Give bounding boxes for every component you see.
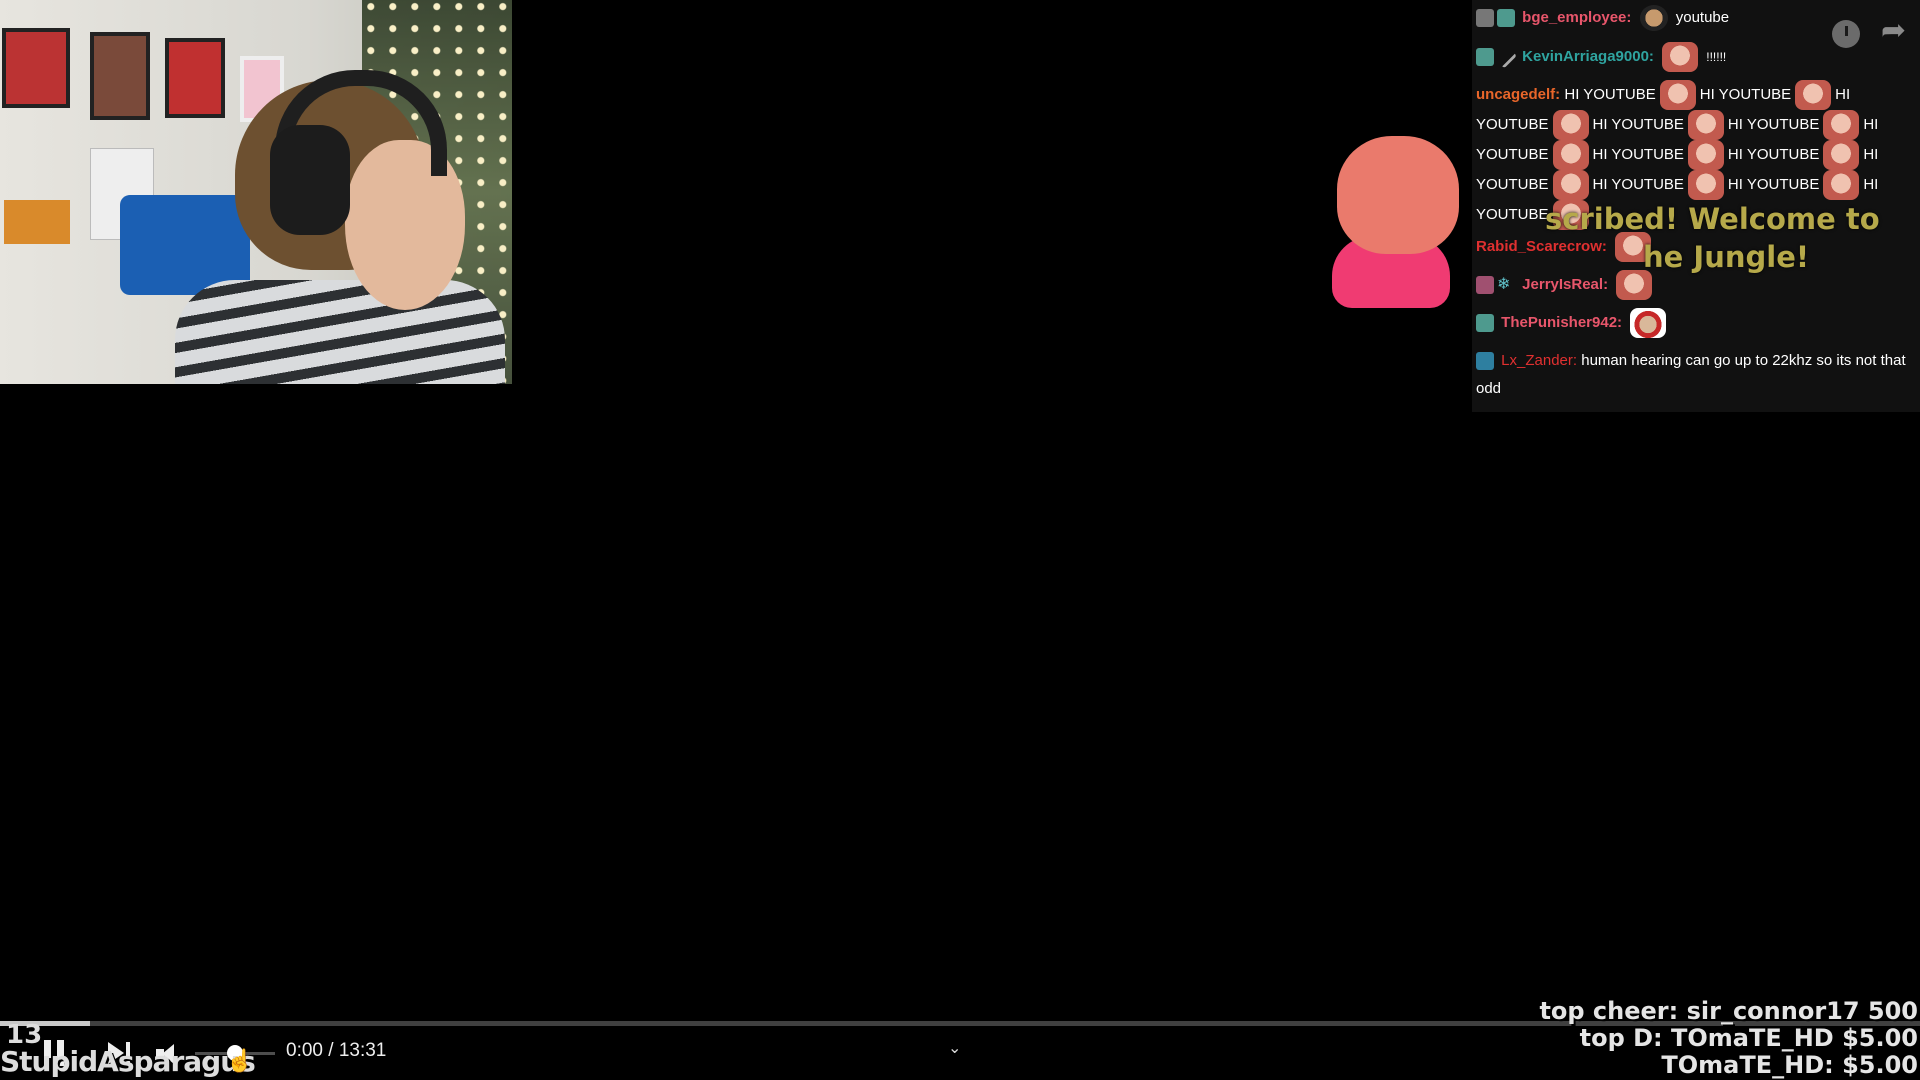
top-donation: top D: TOmaTE_HD $5.00: [1579, 1024, 1918, 1052]
chat-text: YOUTUBE: [1476, 205, 1549, 223]
emote-icon: [1639, 5, 1668, 32]
wall-frame: [2, 28, 70, 108]
emote-icon: [1687, 110, 1724, 140]
chat-text: HI YOUTUBE: [1727, 145, 1820, 163]
chat-username[interactable]: ThePunisher942:: [1501, 314, 1622, 331]
badge-icon: [1476, 48, 1494, 66]
chevron-down-icon[interactable]: ⌄: [948, 1038, 968, 1058]
donation-overlay: top cheer: sir_connor17 500 top D: TOmaT…: [1539, 998, 1918, 1079]
chat-username[interactable]: bge_employee:: [1522, 9, 1631, 26]
chat-text: YOUTUBE: [1476, 145, 1549, 163]
chat-message: bge_employee: youtube: [1476, 4, 1880, 32]
badge-icon: [1476, 314, 1494, 332]
top-cheer: top cheer: sir_connor17 500: [1539, 997, 1918, 1025]
alert-line: scribed! Welcome to: [1545, 202, 1880, 236]
emote-icon: [1552, 140, 1589, 170]
latest-donation: TOmaTE_HD: $5.00: [1661, 1051, 1918, 1079]
chat-text: HI: [1863, 145, 1879, 163]
webcam-video: [0, 0, 512, 384]
chat-text: HI YOUTUBE: [1564, 85, 1656, 103]
chat-text: HI: [1863, 115, 1879, 133]
badge-icon: [1476, 276, 1494, 294]
time-display: 0:00 / 13:31: [286, 1040, 387, 1061]
chat-text: HI YOUTUBE: [1592, 175, 1684, 193]
emote-icon: [1687, 140, 1724, 170]
emote-icon: [1552, 110, 1589, 140]
chat-message: ThePunisher942:: [1476, 308, 1880, 338]
chat-text: HI YOUTUBE: [1592, 115, 1684, 133]
overlay-username: StupidAsparagus: [0, 1045, 256, 1078]
chat-message: KevinArriaga9000: !!!!!!: [1476, 42, 1880, 72]
streamer-shirt: [175, 280, 505, 384]
emote-icon: [1552, 170, 1589, 200]
emote-icon: [1823, 140, 1860, 170]
crown-badge-icon: [1476, 352, 1494, 371]
emote-icon: [1795, 80, 1832, 110]
share-icon[interactable]: ➦: [1881, 16, 1906, 46]
sword-icon: [1495, 46, 1517, 68]
chat-text: HI YOUTUBE: [1592, 145, 1684, 163]
chat-username[interactable]: KevinArriaga9000:: [1522, 48, 1654, 65]
chat-username[interactable]: Lx_Zander:: [1501, 352, 1577, 369]
mascot-emote: [1332, 136, 1462, 308]
chat-message: Lx_Zander: human hearing can go up to 22…: [1476, 347, 1906, 403]
emote-icon: [1659, 80, 1696, 110]
subscription-alert: scribed! Welcome to he Jungle!: [1545, 200, 1915, 276]
webcam-board: [4, 200, 70, 244]
chat-text: !!!!!!: [1706, 49, 1727, 64]
badge-icon: [1497, 9, 1515, 28]
chat-text: YOUTUBE: [1476, 115, 1549, 133]
emote-icon: [1823, 170, 1860, 200]
chat-text: youtube: [1675, 9, 1730, 26]
chat-text: HI: [1835, 85, 1851, 103]
badge-icon: [1476, 9, 1494, 28]
mascot-head: [1337, 136, 1459, 254]
chat-text: YOUTUBE: [1476, 175, 1549, 193]
emote-icon: [1630, 308, 1667, 338]
emote-icon: [1687, 170, 1724, 200]
chat-username[interactable]: JerryIsReal:: [1522, 276, 1608, 293]
headset-icon: [270, 125, 350, 235]
chat-text: HI YOUTUBE: [1727, 115, 1820, 133]
snowflake-icon: ❄: [1497, 276, 1511, 293]
chat-text: HI YOUTUBE: [1727, 175, 1820, 193]
chat-text: HI YOUTUBE: [1699, 85, 1792, 103]
emote-icon: [1662, 42, 1699, 72]
streamer: [175, 70, 505, 384]
chat-text: HI: [1863, 175, 1879, 193]
chat-username[interactable]: uncagedelf:: [1476, 86, 1560, 103]
alert-line: he Jungle!: [1643, 240, 1810, 274]
emote-icon: [1823, 110, 1860, 140]
cursor-icon: ☝: [226, 1048, 254, 1073]
wall-frame: [90, 32, 150, 120]
